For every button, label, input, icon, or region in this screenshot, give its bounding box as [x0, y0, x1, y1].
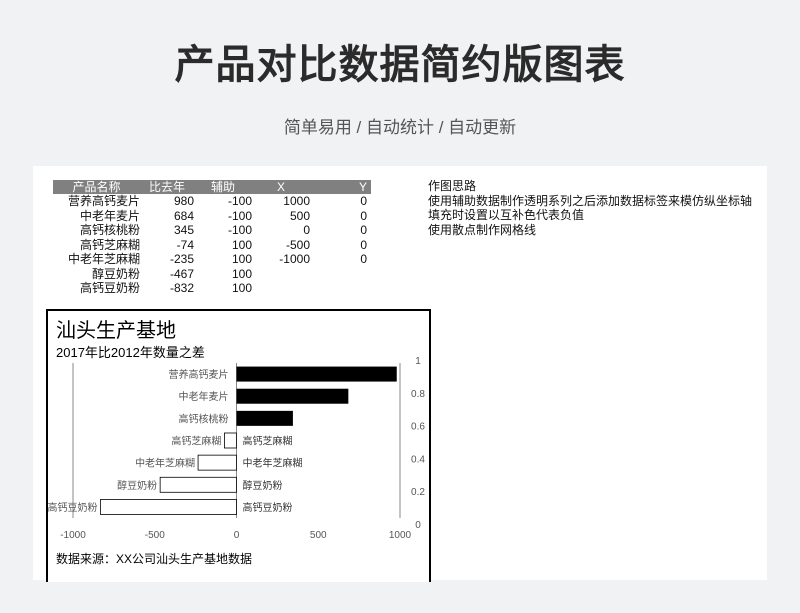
- table-cell[interactable]: 980: [140, 194, 194, 209]
- x-tick-label: 0: [234, 530, 240, 541]
- chart-container[interactable]: 汕头生产基地 2017年比2012年数量之差 营养高钙麦片中老年麦片高钙核桃粉高…: [46, 309, 431, 582]
- table-row: 高钙芝麻糊 -74 100 -500 0: [53, 238, 371, 253]
- bar: [236, 366, 397, 382]
- bar-chart: 汕头生产基地 2017年比2012年数量之差 营养高钙麦片中老年麦片高钙核桃粉高…: [47, 319, 425, 566]
- table-row: 营养高钙麦片 980 -100 1000 0: [53, 194, 371, 209]
- x-tick-label: 500: [310, 530, 327, 541]
- bar: [236, 388, 349, 404]
- notes-line: 使用散点制作网格线: [428, 222, 537, 237]
- table-cell[interactable]: 100: [194, 281, 252, 296]
- chart-source: 数据来源：XX公司汕头生产基地数据: [56, 551, 252, 566]
- bar-category-label: 中老年芝麻糊: [243, 457, 303, 470]
- table-cell[interactable]: -100: [194, 223, 252, 238]
- chart-subtitle: 2017年比2012年数量之差: [56, 345, 205, 360]
- y2-tick-label: 0.2: [411, 487, 425, 498]
- bar-category-label: 高钙芝麻糊: [243, 435, 293, 448]
- chart-title: 汕头生产基地: [56, 319, 176, 342]
- bar-category-label: 中老年麦片: [179, 390, 229, 403]
- bar: [197, 454, 237, 471]
- page-subtitle: 简单易用 / 自动统计 / 自动更新: [283, 118, 517, 137]
- bar-category-label: 高钙豆奶粉: [243, 501, 293, 514]
- table-cell[interactable]: 345: [140, 223, 194, 238]
- y2-tick-label: 0.8: [411, 389, 425, 400]
- table-row: 中老年芝麻糊 -235 100 -1000 0: [53, 252, 371, 267]
- notes-line: 填充时设置以互补色代表负值: [428, 208, 585, 222]
- bar: [224, 432, 237, 449]
- x-tick-label: -500: [145, 530, 165, 541]
- bar-category-label: 高钙豆奶粉: [48, 501, 97, 514]
- bar-category-label: 营养高钙麦片: [169, 368, 229, 381]
- table-cell[interactable]: 高钙核桃粉: [53, 223, 140, 238]
- table-cell[interactable]: 0: [252, 223, 310, 238]
- table-cell[interactable]: 0: [310, 209, 371, 224]
- bar: [159, 476, 237, 493]
- x-tick-label: 1000: [389, 530, 412, 541]
- data-table: 产品名称 比去年 辅助 X Y 营养高钙麦片 980 -100 1000 0 中老年麦片 6…: [53, 180, 371, 296]
- page-title: 产品对比数据简约版图表: [174, 43, 626, 87]
- table-cell[interactable]: [310, 281, 371, 296]
- table-cell[interactable]: [310, 267, 371, 282]
- bar-category-label: 高钙核桃粉: [179, 412, 229, 425]
- notes-line: 作图思路: [428, 179, 477, 193]
- table-cell[interactable]: 100: [194, 252, 252, 267]
- table-cell[interactable]: 中老年麦片: [53, 209, 140, 224]
- bar: [236, 410, 293, 426]
- table-cell[interactable]: 1000: [252, 194, 310, 209]
- bar-category-label: 中老年芝麻糊: [135, 457, 195, 470]
- bar-category-label: 醇豆奶粉: [117, 479, 157, 492]
- table-cell[interactable]: -100: [194, 209, 252, 224]
- table-cell[interactable]: 营养高钙麦片: [53, 194, 140, 209]
- header-cell-helper: 辅助: [194, 180, 252, 194]
- y2-tick-label: 0.6: [411, 422, 425, 433]
- bar-category-label: 高钙芝麻糊: [171, 435, 221, 448]
- table-row: 高钙核桃粉 345 -100 0 0: [53, 223, 371, 238]
- notes-line: 使用辅助数据制作透明系列之后添加数据标签来模仿纵坐标轴: [428, 193, 753, 208]
- table-cell[interactable]: 100: [194, 238, 252, 253]
- table-cell[interactable]: -100: [194, 194, 252, 209]
- table-cell[interactable]: 100: [194, 267, 252, 282]
- table-cell[interactable]: -467: [140, 267, 194, 282]
- table-cell[interactable]: -1000: [252, 252, 310, 267]
- table-cell[interactable]: 0: [310, 194, 371, 209]
- table-cell[interactable]: 中老年芝麻糊: [53, 252, 140, 267]
- table-cell[interactable]: [252, 267, 310, 282]
- table-header-row: 产品名称 比去年 辅助 X Y: [53, 180, 371, 194]
- table-row: 醇豆奶粉 -467 100: [53, 267, 371, 282]
- table-cell[interactable]: [252, 281, 310, 296]
- table-cell[interactable]: 684: [140, 209, 194, 224]
- table-row: 高钙豆奶粉 -832 100: [53, 281, 371, 296]
- table-cell[interactable]: -235: [140, 252, 194, 267]
- header-cell-x: X: [252, 180, 310, 194]
- table-cell[interactable]: 0: [310, 252, 371, 267]
- table-cell[interactable]: 0: [310, 238, 371, 253]
- x-tick-label: -1000: [60, 530, 86, 541]
- table-cell[interactable]: -832: [140, 281, 194, 296]
- header-cell-diff: 比去年: [140, 180, 194, 194]
- spreadsheet-panel: 产品名称 比去年 辅助 X Y 营养高钙麦片 980 -100 1000 0 中老年麦片 6…: [33, 166, 767, 582]
- table-cell[interactable]: -74: [140, 238, 194, 253]
- notes-panel: 作图思路 使用辅助数据制作透明系列之后添加数据标签来模仿纵坐标轴 填充时设置以互…: [428, 179, 752, 237]
- table-cell[interactable]: 高钙豆奶粉: [53, 281, 140, 296]
- bar-category-label: 醇豆奶粉: [243, 479, 283, 492]
- y2-tick-label: 0: [415, 520, 421, 531]
- bar: [100, 499, 237, 515]
- header-cell-y: Y: [310, 180, 371, 194]
- y2-tick-label: 0.4: [411, 454, 425, 465]
- table-row: 中老年麦片 684 -100 500 0: [53, 209, 371, 224]
- table-cell[interactable]: 500: [252, 209, 310, 224]
- header-cell-product: 产品名称: [53, 180, 140, 194]
- y2-tick-label: 1: [415, 356, 421, 367]
- table-cell[interactable]: 醇豆奶粉: [53, 267, 140, 282]
- table-cell[interactable]: -500: [252, 238, 310, 253]
- table-cell[interactable]: 高钙芝麻糊: [53, 238, 140, 253]
- table-cell[interactable]: 0: [310, 223, 371, 238]
